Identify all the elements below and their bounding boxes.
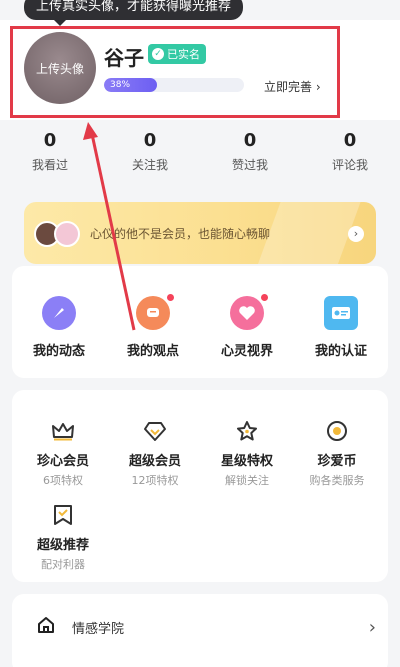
vip-banner-text: 心仪的他不是会员，也能随心畅聊 (90, 227, 271, 241)
mini-avatars (34, 221, 80, 247)
star-icon (234, 418, 260, 444)
feature-label: 我的动态 (32, 344, 85, 359)
privilege-subtitle: 配对利器 (41, 558, 85, 571)
stat-viewed[interactable]: 0 我看过 (0, 128, 100, 186)
privilege-title: 星级特权 (220, 454, 273, 469)
coin-icon (324, 418, 350, 444)
diamond-icon (142, 418, 168, 444)
privilege-super-member[interactable]: 超级会员 12项特权 (110, 418, 200, 488)
comment-icon (136, 294, 174, 330)
list-item-label: 情感学院 (72, 621, 125, 637)
privilege-title: 珍心会员 (36, 454, 89, 469)
stat-label: 关注我 (131, 158, 168, 172)
privilege-subtitle: 解锁关注 (225, 474, 269, 487)
feature-label: 我的观点 (126, 344, 179, 359)
stat-value: 0 (143, 130, 157, 151)
stats-row: 0 我看过 0 关注我 0 赞过我 0 评论我 (0, 128, 400, 186)
recommend-icon (50, 502, 76, 528)
compass-icon (42, 296, 76, 330)
stat-comments[interactable]: 0 评论我 (300, 128, 400, 186)
id-card-icon (324, 296, 358, 330)
annotation-highlight-box (10, 26, 340, 118)
heart-icon (230, 294, 268, 330)
stat-value: 0 (343, 130, 357, 151)
privilege-subtitle: 购各类服务 (309, 474, 365, 487)
privilege-star[interactable]: 星级特权 解锁关注 (202, 418, 292, 488)
privilege-super-recommend[interactable]: 超级推荐 配对利器 (18, 502, 108, 572)
privilege-title: 珍爱币 (317, 454, 357, 469)
notification-dot (167, 294, 174, 301)
mini-avatar (54, 221, 80, 247)
stat-value: 0 (43, 130, 57, 151)
stat-followers[interactable]: 0 关注我 (100, 128, 200, 186)
stat-label: 我看过 (31, 158, 68, 172)
feature-my-views[interactable]: 我的观点 (108, 294, 198, 359)
notification-dot (261, 294, 268, 301)
stat-likes[interactable]: 0 赞过我 (200, 128, 300, 186)
feature-label: 我的认证 (314, 344, 367, 359)
house-icon (36, 615, 56, 639)
privileges-card: 珍心会员 6项特权 超级会员 12项特权 星级特权 解锁关注 珍爱币 购各类服务… (12, 390, 388, 582)
stat-label: 赞过我 (231, 158, 268, 172)
feature-my-verification[interactable]: 我的认证 (296, 296, 386, 359)
privilege-zhenxin-member[interactable]: 珍心会员 6项特权 (18, 418, 108, 488)
list-item-emotion-college[interactable]: 情感学院 › (36, 614, 376, 640)
feature-my-posts[interactable]: 我的动态 (14, 296, 104, 359)
chevron-right-icon: › (348, 226, 364, 242)
stat-value: 0 (243, 130, 257, 151)
privilege-subtitle: 12项特权 (131, 474, 179, 487)
privilege-subtitle: 6项特权 (43, 474, 83, 487)
privilege-title: 超级推荐 (36, 538, 89, 553)
feature-soul-vision[interactable]: 心灵视界 (202, 294, 292, 359)
privilege-title: 超级会员 (128, 454, 181, 469)
features-card: 我的动态 我的观点 心灵视界 我的认证 (12, 266, 388, 378)
feature-label: 心灵视界 (220, 344, 273, 359)
upload-avatar-tooltip: 上传真实头像，才能获得曝光推荐 (24, 0, 244, 26)
chevron-right-icon: › (368, 616, 376, 638)
vip-banner[interactable]: 心仪的他不是会员，也能随心畅聊 › (24, 202, 376, 264)
stat-label: 评论我 (331, 158, 368, 172)
privilege-coins[interactable]: 珍爱币 购各类服务 (292, 418, 382, 488)
crown-icon (50, 418, 76, 444)
